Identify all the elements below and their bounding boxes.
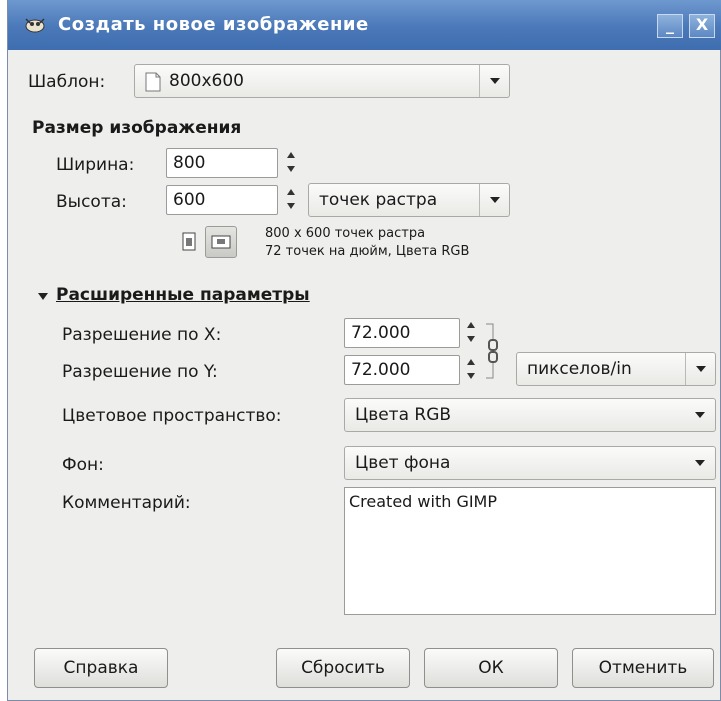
resolution-y-label: Разрешение по Y: <box>62 362 218 382</box>
title-bar[interactable]: Создать новое изображение _ X <box>8 0 721 50</box>
colorspace-label: Цветовое пространство: <box>62 406 282 426</box>
portrait-icon <box>182 232 196 251</box>
size-unit-combo[interactable]: точек растра <box>308 183 510 217</box>
resolution-x-spinner[interactable] <box>465 318 479 348</box>
chevron-down-icon <box>695 460 705 466</box>
resolution-x-label: Разрешение по X: <box>62 325 222 345</box>
size-unit-value: точек растра <box>319 190 438 210</box>
height-label: Высота: <box>56 192 127 212</box>
spin-down-icon <box>287 203 295 209</box>
comment-textarea[interactable]: Created with GIMP <box>344 487 716 615</box>
chevron-down-icon <box>490 197 500 203</box>
spin-up-icon <box>287 189 295 195</box>
width-label: Ширина: <box>56 155 135 175</box>
colorspace-combo[interactable]: Цвета RGB <box>344 398 716 432</box>
gimp-icon <box>25 18 45 33</box>
width-spinner[interactable] <box>285 148 299 178</box>
spin-up-icon <box>467 359 475 365</box>
resolution-unit-dropdown-arrow[interactable] <box>685 353 715 385</box>
resolution-x-input[interactable]: 72.000 <box>344 318 460 348</box>
spin-down-icon <box>467 336 475 342</box>
portrait-button[interactable] <box>174 227 204 257</box>
comment-value: Created with GIMP <box>349 492 498 511</box>
fill-dropdown-arrow[interactable] <box>685 447 715 479</box>
help-button[interactable]: Справка <box>34 648 168 688</box>
reset-button[interactable]: Сбросить <box>276 648 410 688</box>
height-input[interactable]: 600 <box>166 185 278 215</box>
template-label: Шаблон: <box>28 72 106 92</box>
landscape-button[interactable] <box>205 226 237 258</box>
comment-label: Комментарий: <box>62 493 191 513</box>
chevron-down-icon <box>695 412 705 418</box>
spin-up-icon <box>287 152 295 158</box>
resolution-unit-value: пикселов/in <box>527 359 632 379</box>
advanced-options-expander[interactable]: Расширенные параметры <box>56 285 310 305</box>
spin-down-icon <box>467 373 475 379</box>
colorspace-value: Цвета RGB <box>355 405 452 425</box>
fill-label: Фон: <box>62 455 104 475</box>
image-size-heading: Размер изображения <box>32 118 242 138</box>
width-value: 800 <box>173 153 206 173</box>
landscape-icon <box>211 235 231 249</box>
template-dropdown-arrow[interactable] <box>479 65 509 97</box>
template-value: 800x600 <box>169 71 244 91</box>
resolution-unit-combo[interactable]: пикселов/in <box>516 352 716 386</box>
width-input[interactable]: 800 <box>166 148 278 178</box>
fill-combo[interactable]: Цвет фона <box>344 446 716 480</box>
resolution-y-value: 72.000 <box>351 360 411 380</box>
spin-up-icon <box>467 322 475 328</box>
minimize-button[interactable]: _ <box>657 14 683 38</box>
chevron-down-icon <box>490 78 500 84</box>
resolution-y-spinner[interactable] <box>465 355 479 385</box>
spin-down-icon <box>287 166 295 172</box>
size-info-line2: 72 точек на дюйм, Цвета RGB <box>265 244 470 259</box>
window-title: Создать новое изображение <box>58 14 369 35</box>
chevron-down-icon <box>696 366 706 372</box>
fill-value: Цвет фона <box>355 453 451 473</box>
colorspace-dropdown-arrow[interactable] <box>685 399 715 431</box>
template-page-icon <box>145 72 161 92</box>
new-image-dialog: Создать новое изображение _ X Шаблон: 80… <box>7 0 721 701</box>
close-button[interactable]: X <box>689 14 715 38</box>
size-info-line1: 800 x 600 точек растра <box>265 226 426 241</box>
height-value: 600 <box>173 190 206 210</box>
ok-button[interactable]: ОК <box>424 648 558 688</box>
template-combo[interactable]: 800x600 <box>134 64 510 98</box>
size-unit-dropdown-arrow[interactable] <box>479 184 509 216</box>
chain-link-icon[interactable] <box>484 322 500 380</box>
resolution-x-value: 72.000 <box>351 323 411 343</box>
resolution-y-input[interactable]: 72.000 <box>344 355 460 385</box>
expander-arrow-icon[interactable] <box>38 293 48 300</box>
height-spinner[interactable] <box>285 185 299 215</box>
cancel-button[interactable]: Отменить <box>572 648 714 688</box>
